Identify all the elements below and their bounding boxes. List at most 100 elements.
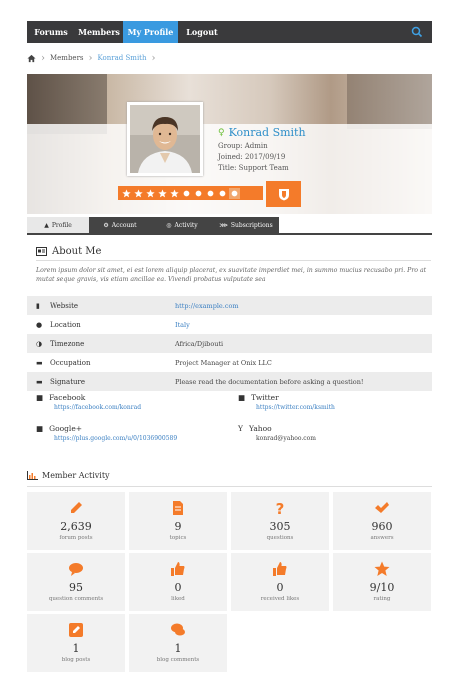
stat-label: blog comments [156, 657, 200, 663]
pencil-icon [71, 502, 82, 513]
social-twitter: ■ Twitter https://twitter.com/ksmith [229, 393, 431, 424]
social-name: Yahoo [248, 424, 272, 433]
member-activity-heading: Member Activity [27, 471, 110, 480]
stat-card: ? 305 questions [231, 492, 329, 550]
breadcrumb-current[interactable]: Konrad Smith [98, 54, 147, 62]
tab-profile[interactable]: ▲ Profile [27, 217, 89, 233]
detail-row-location: ● Location Italy [27, 315, 432, 334]
detail-label: Website [50, 301, 79, 310]
member-activity-title: Member Activity [42, 471, 110, 480]
facebook-icon: ■ [36, 393, 44, 402]
star-empty-icon [229, 187, 240, 199]
detail-label: Timezone [50, 339, 85, 348]
bar-chart-icon [27, 471, 38, 480]
about-title-text: About Me [52, 246, 102, 257]
tab-label: Profile [51, 221, 72, 229]
location-link[interactable]: Italy [175, 321, 190, 329]
tab-activity[interactable]: ◎ Activity [151, 217, 213, 233]
social-name: Twitter [251, 393, 279, 402]
chevron-right-icon: › [88, 52, 93, 64]
chevron-right-icon: › [41, 52, 45, 64]
tab-label: Subscriptions [230, 221, 273, 229]
edit-icon [69, 623, 83, 637]
social-links: ■ Facebook https://facebook.com/konrad ■ T… [27, 393, 432, 455]
shield-badge-icon [266, 181, 301, 207]
star-empty-icon [217, 188, 228, 199]
nav-forums[interactable]: Forums [27, 21, 75, 43]
star-empty-icon [205, 188, 216, 199]
about-text: Lorem ipsum dolor sit amet, ei est lorem… [36, 267, 427, 283]
question-icon: ? [276, 500, 285, 516]
detail-row-signature: ▬ Signature Please read the documentation… [27, 372, 432, 391]
stat-value: 2,639 [60, 520, 92, 533]
profile-details: ▮ Website http://example.com ● Location It… [27, 296, 432, 391]
avatar [127, 102, 203, 176]
profile-title: Title: Support Team [218, 164, 289, 172]
star-filled-icon [133, 188, 144, 199]
check-icon [375, 502, 389, 513]
stat-label: questions [266, 535, 294, 541]
document-icon [173, 501, 183, 515]
twitter-link[interactable]: https://twitter.com/ksmith [256, 404, 431, 411]
location-pin-icon: ♀ [218, 127, 225, 138]
globe-icon: ● [36, 320, 43, 329]
stat-card: 2,639 forum posts [27, 492, 125, 550]
chart-icon: ▮ [36, 301, 40, 310]
profile-info: ♀ Konrad Smith Group: Admin Joined: 2017… [218, 126, 306, 172]
stat-card: 0 liked [129, 553, 227, 611]
comment-icon [69, 563, 83, 576]
stat-label: liked [171, 596, 185, 602]
breadcrumb-members[interactable]: Members [50, 54, 84, 62]
signature-value: Please read the documentation before ask… [175, 377, 364, 386]
profile-name-text: Konrad Smith [228, 126, 306, 139]
google-plus-link[interactable]: https://plus.google.com/u/0/1036900589 [54, 435, 229, 442]
rating-stars [118, 186, 263, 200]
star-empty-icon [193, 188, 204, 199]
profile-group: Group: Admin [218, 142, 268, 150]
stat-value: 1 [72, 642, 80, 655]
breadcrumb: › Members › Konrad Smith › [27, 50, 156, 66]
detail-row-timezone: ◑ Timezone Africa/Djibouti [27, 334, 432, 353]
stat-value: 305 [269, 520, 291, 533]
yahoo-icon: Y [238, 424, 243, 433]
website-link[interactable]: http://example.com [175, 302, 239, 310]
occupation-value: Project Manager at Onix LLC [175, 358, 272, 367]
chevron-right-icon: › [151, 52, 156, 64]
nav-logout[interactable]: Logout [178, 21, 226, 43]
tab-label: Activity [174, 221, 198, 229]
stat-label: topics [169, 535, 187, 541]
stat-value: 9 [174, 520, 182, 533]
facebook-link[interactable]: https://facebook.com/konrad [54, 404, 229, 411]
rss-icon: ⋙ [219, 221, 228, 229]
home-icon[interactable] [27, 54, 36, 63]
stat-card: 95 question comments [27, 553, 125, 611]
stat-label: question comments [48, 596, 104, 602]
stat-value: 9/10 [369, 581, 395, 594]
timezone-value: Africa/Djibouti [175, 339, 224, 348]
stat-card: 1 blog posts [27, 614, 125, 672]
tab-account[interactable]: ⚙ Account [89, 217, 151, 233]
stat-card: 0 received likes [231, 553, 329, 611]
detail-label: Signature [50, 377, 86, 386]
social-google-plus: ■ Google+ https://plus.google.com/u/0/103… [27, 424, 229, 455]
social-facebook: ■ Facebook https://facebook.com/konrad [27, 393, 229, 424]
star-filled-icon [121, 188, 132, 199]
detail-row-occupation: ▬ Occupation Project Manager at Onix LLC [27, 353, 432, 372]
nav-my-profile[interactable]: My Profile [123, 21, 178, 43]
stat-card: 9/10 rating [333, 553, 431, 611]
search-icon[interactable] [410, 25, 424, 39]
stat-label: received likes [260, 596, 300, 602]
detail-label: Location [50, 320, 81, 329]
nav-members[interactable]: Members [75, 21, 123, 43]
id-card-icon: ▬ [36, 358, 43, 367]
detail-row-website: ▮ Website http://example.com [27, 296, 432, 315]
top-navigation: Forums Members My Profile Logout [27, 21, 432, 43]
id-card-icon [36, 247, 47, 256]
yahoo-value: konrad@yahoo.com [256, 435, 316, 442]
stat-label: rating [373, 596, 391, 602]
social-name: Facebook [49, 393, 86, 402]
comments-icon [171, 623, 185, 636]
tab-subscriptions[interactable]: ⋙ Subscriptions [213, 217, 279, 233]
social-yahoo: Y Yahoo konrad@yahoo.com [229, 424, 431, 455]
twitter-icon: ■ [238, 393, 246, 402]
